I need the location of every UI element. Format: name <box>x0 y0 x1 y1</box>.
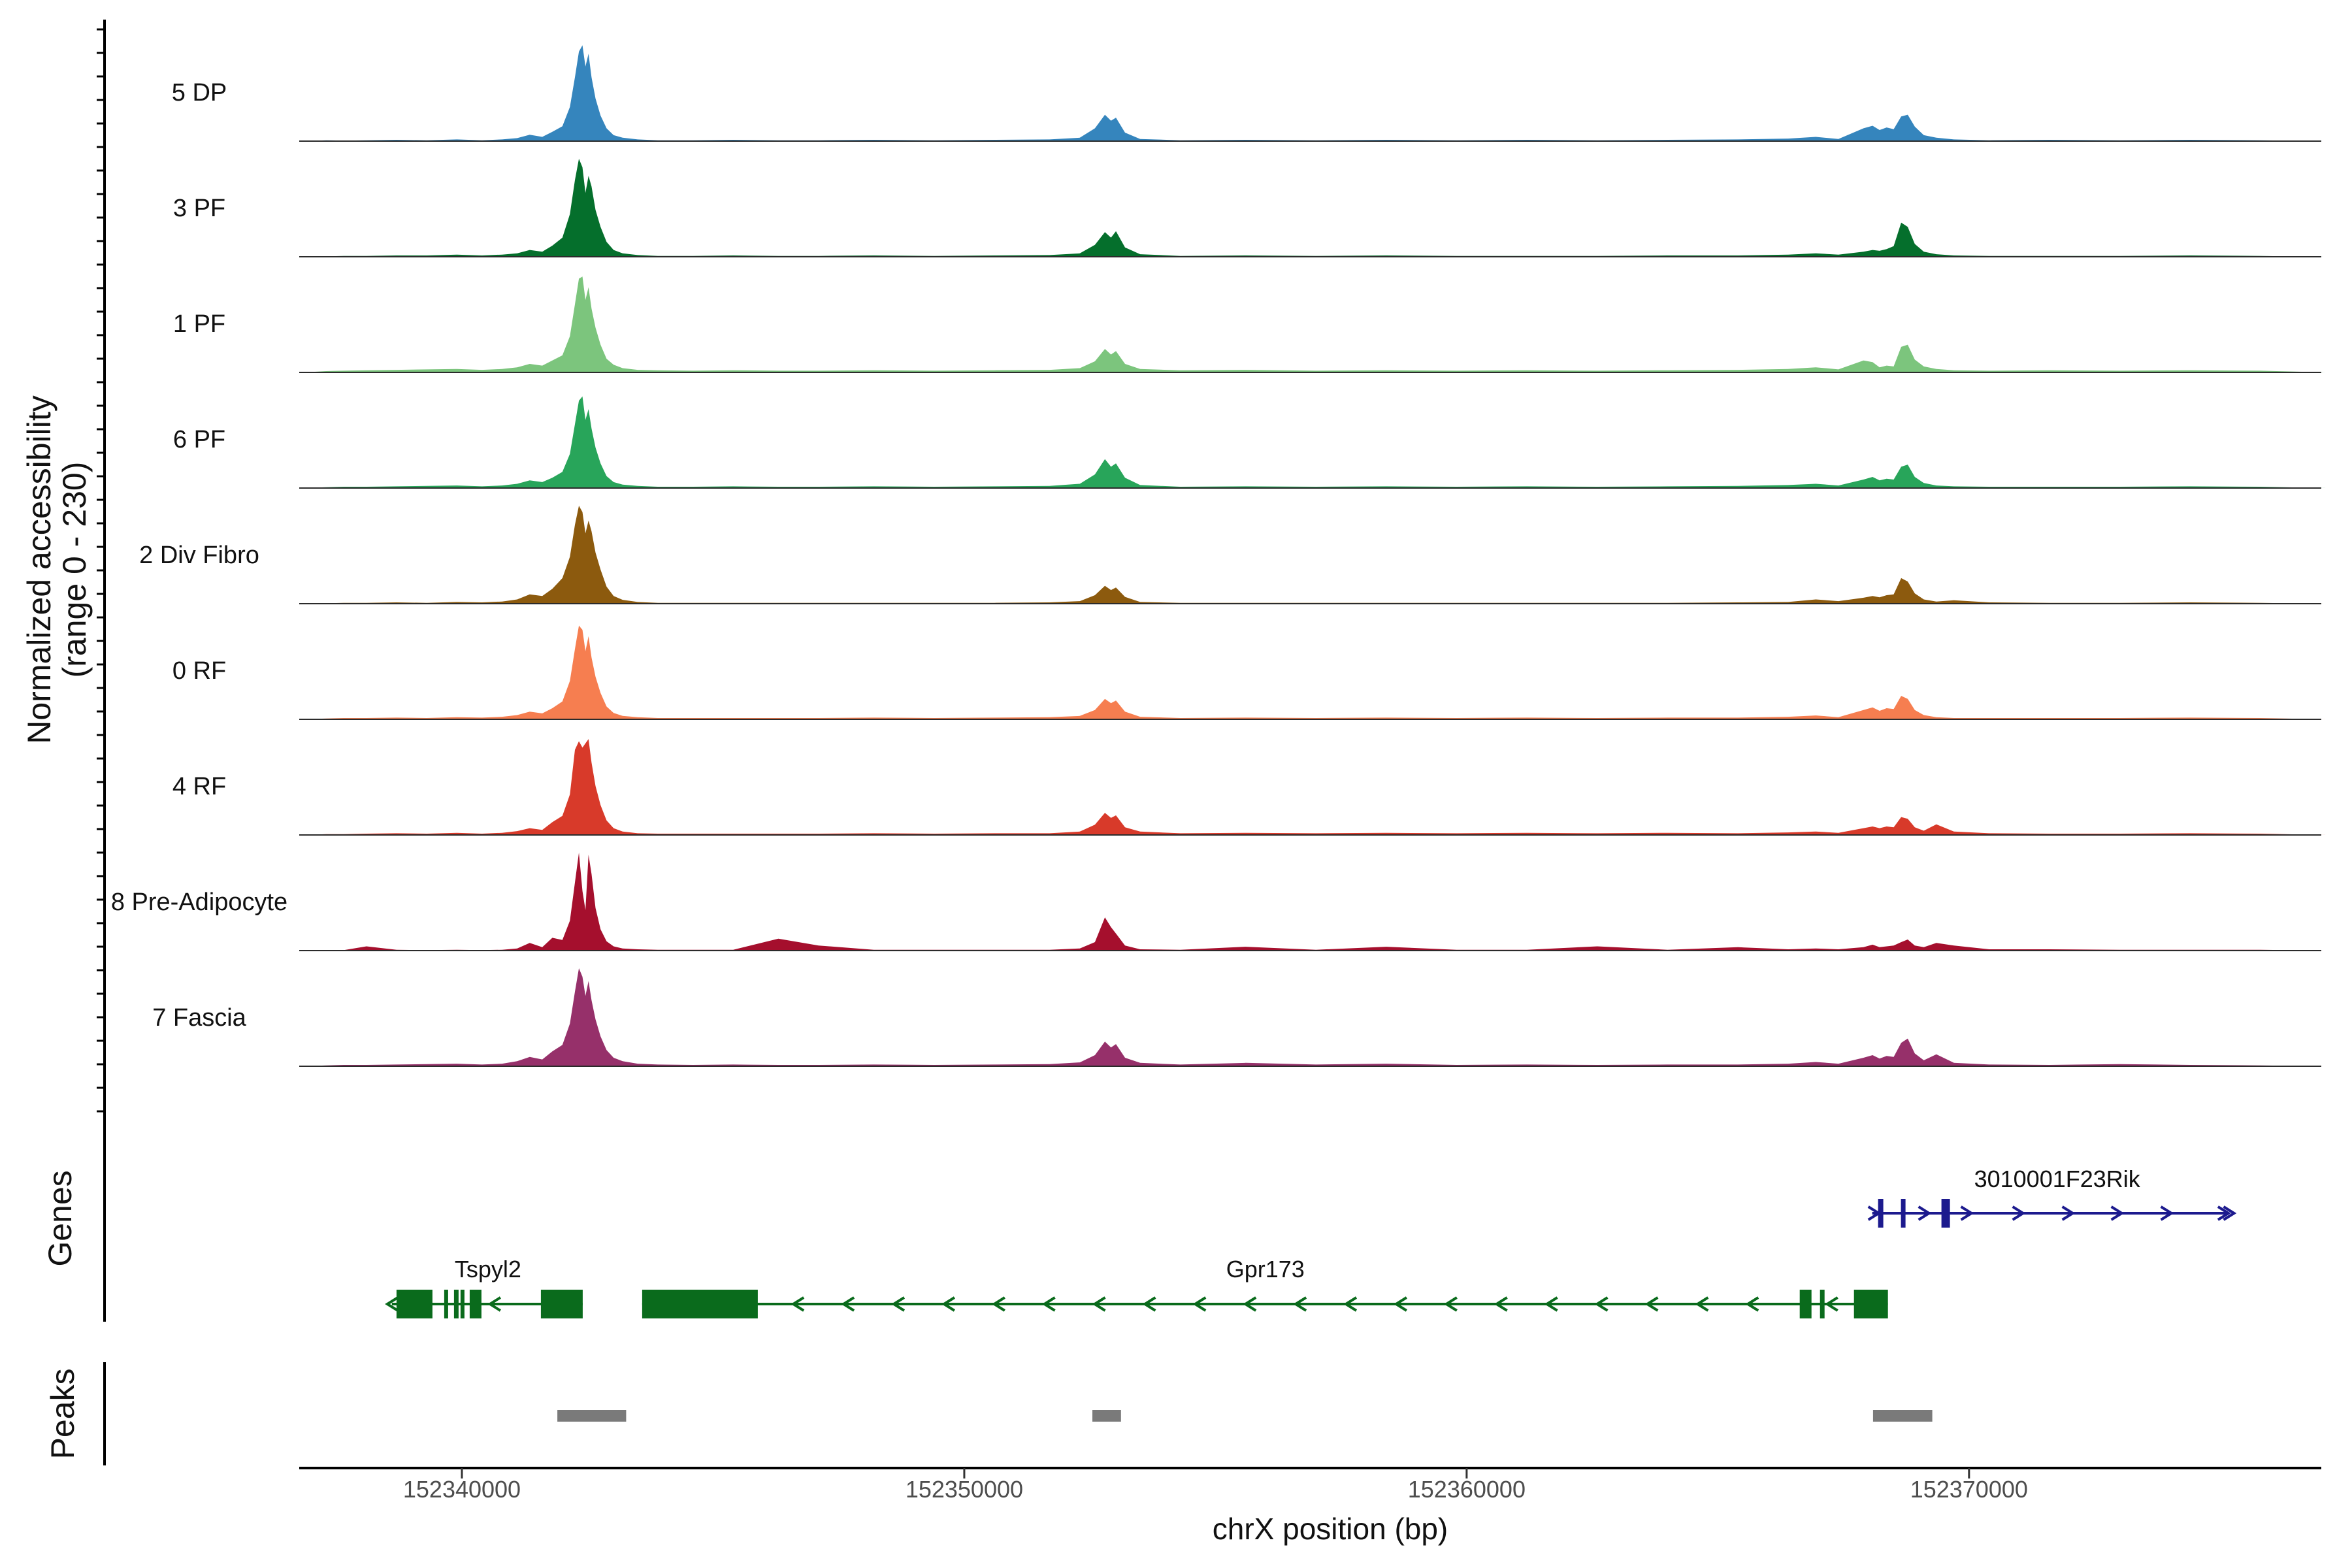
gene-exon <box>1800 1290 1812 1318</box>
gene-exon <box>1901 1199 1906 1228</box>
gene-exon <box>1854 1290 1888 1318</box>
gene-exon <box>444 1290 448 1318</box>
peak-interval <box>557 1410 626 1422</box>
gene-exon <box>1820 1290 1825 1318</box>
track-label-2-div-fibro: 2 Div Fibro <box>139 542 259 569</box>
y-axis-label-line2: (range 0 - 230) <box>56 462 93 678</box>
coverage-track-1-pf <box>304 276 2326 372</box>
peaks-section-label: Peaks <box>44 1369 82 1460</box>
track-label-0-rf: 0 RF <box>172 657 226 685</box>
track-label-3-pf: 3 PF <box>173 195 225 222</box>
gene-model-tspyl2: Tspyl2 <box>387 1256 583 1318</box>
coverage-plot-figure: 5 DP 3 PF 1 PF 6 PF 2 Div Fibro 0 RF 4 RF 8 Pre… <box>0 0 2352 1568</box>
track-label-8-pre-adipocyte: 8 Pre-Adipocyte <box>111 889 287 916</box>
track-label-1-pf: 1 PF <box>173 310 225 338</box>
gene-model-3010001f23rik: 3010001F23Rik <box>1869 1166 2234 1228</box>
gene-exon <box>454 1290 459 1318</box>
gene-label-tspyl2: Tspyl2 <box>455 1256 521 1282</box>
peak-interval <box>1092 1410 1121 1422</box>
x-axis-tick-label: 152370000 <box>1910 1476 2028 1503</box>
x-axis-tick-label: 152360000 <box>1408 1476 1526 1503</box>
genes-section-label: Genes <box>41 1170 79 1266</box>
coverage-track-3-pf <box>304 159 2326 257</box>
coverage-track-2-div-fibro <box>304 506 2326 604</box>
gene-exon <box>397 1290 433 1318</box>
gene-model-gpr173: Gpr173 <box>642 1256 1888 1318</box>
y-axis-label-line1: Normalized accessibility <box>20 395 58 744</box>
track-label-5-dp: 5 DP <box>172 79 227 106</box>
coverage-track-7-fascia <box>304 968 2326 1066</box>
coverage-track-5-dp <box>304 45 2326 141</box>
gene-exon <box>470 1290 482 1318</box>
track-label-6-pf: 6 PF <box>173 426 225 453</box>
peak-interval <box>1873 1410 1933 1422</box>
x-axis-tick-label: 152350000 <box>906 1476 1023 1503</box>
coverage-track-0-rf <box>304 626 2326 720</box>
x-axis-title: chrX position (bp) <box>1213 1511 1448 1546</box>
coverage-track-4-rf <box>304 739 2326 835</box>
gene-label-gpr173: Gpr173 <box>1226 1256 1305 1282</box>
gene-exon <box>461 1290 465 1318</box>
gene-exon <box>541 1290 583 1318</box>
x-axis-tick-label: 152340000 <box>403 1476 521 1503</box>
track-label-4-rf: 4 RF <box>172 773 226 800</box>
genome-tracks-canvas: 5 DP 3 PF 1 PF 6 PF 2 Div Fibro 0 RF 4 RF 8 Pre… <box>0 0 2352 1568</box>
track-label-7-fascia: 7 Fascia <box>152 1004 246 1032</box>
gene-exon <box>642 1290 758 1318</box>
gene-exon <box>1878 1199 1884 1228</box>
gene-label-3010001f23rik: 3010001F23Rik <box>1974 1166 2141 1192</box>
coverage-track-6-pf <box>304 397 2326 488</box>
gene-exon <box>1942 1199 1950 1228</box>
coverage-track-8-pre-adipocyte <box>304 853 2326 951</box>
